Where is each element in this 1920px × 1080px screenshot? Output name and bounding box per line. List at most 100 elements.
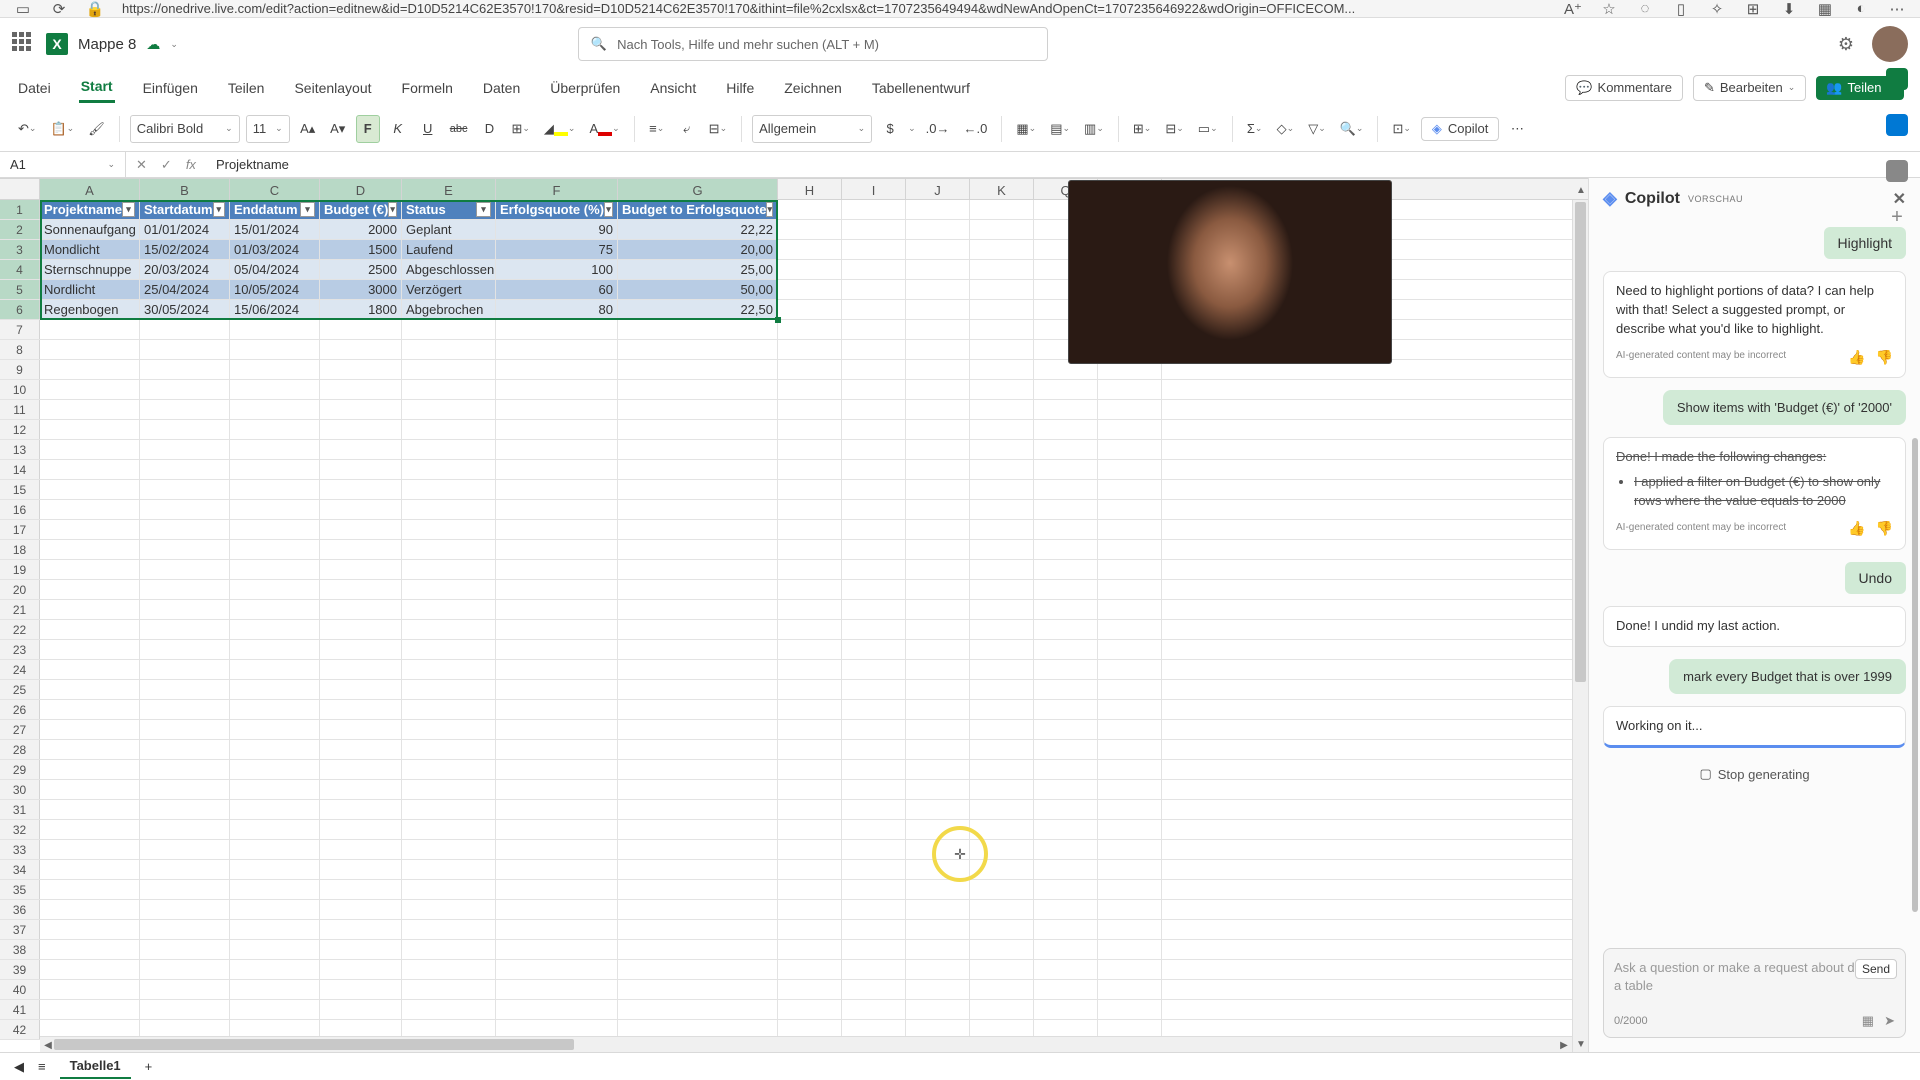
grid-row[interactable]: 33 xyxy=(0,840,1588,860)
cell[interactable] xyxy=(906,480,970,499)
cell[interactable] xyxy=(1098,660,1162,679)
cell[interactable] xyxy=(906,460,970,479)
cell[interactable] xyxy=(970,880,1034,899)
tab-zeichnen[interactable]: Zeichnen xyxy=(782,74,844,102)
cell[interactable] xyxy=(320,660,402,679)
cell[interactable] xyxy=(842,580,906,599)
cell[interactable] xyxy=(496,940,618,959)
cell[interactable] xyxy=(1098,740,1162,759)
cell[interactable] xyxy=(906,600,970,619)
cell[interactable]: Sternschnuppe xyxy=(40,260,140,279)
cell[interactable] xyxy=(778,740,842,759)
cell[interactable] xyxy=(618,360,778,379)
cell[interactable]: Verzögert xyxy=(402,280,496,299)
cell[interactable] xyxy=(1098,560,1162,579)
cell[interactable] xyxy=(842,1000,906,1019)
col-header[interactable]: D xyxy=(320,179,402,201)
grid-row[interactable]: 37 xyxy=(0,920,1588,940)
cell[interactable]: Status▾ xyxy=(402,200,496,219)
grid-row[interactable]: 14 xyxy=(0,460,1588,480)
horizontal-scrollbar[interactable]: ◀ ▶ xyxy=(40,1036,1572,1052)
cell[interactable] xyxy=(230,600,320,619)
strikethrough-button[interactable]: abc xyxy=(446,115,472,143)
scroll-down-icon[interactable]: ▼ xyxy=(1573,1036,1588,1052)
cell[interactable] xyxy=(140,940,230,959)
cell[interactable] xyxy=(842,420,906,439)
cell[interactable] xyxy=(1098,720,1162,739)
cell[interactable] xyxy=(140,820,230,839)
cell[interactable] xyxy=(1034,820,1098,839)
grid-row[interactable]: 19 xyxy=(0,560,1588,580)
cell[interactable] xyxy=(230,660,320,679)
cell[interactable] xyxy=(320,800,402,819)
text-size-icon[interactable]: A⁺ xyxy=(1564,0,1582,18)
cell[interactable] xyxy=(970,240,1034,259)
cell[interactable] xyxy=(618,320,778,339)
cell[interactable] xyxy=(1098,620,1162,639)
cell[interactable] xyxy=(778,260,842,279)
cell[interactable] xyxy=(320,520,402,539)
cell[interactable] xyxy=(842,240,906,259)
cell[interactable] xyxy=(320,960,402,979)
col-header[interactable]: A xyxy=(40,179,140,201)
cell[interactable] xyxy=(496,560,618,579)
cell[interactable] xyxy=(230,860,320,879)
cell[interactable] xyxy=(40,960,140,979)
paste-icon[interactable]: 📋⌄ xyxy=(46,115,78,143)
cell[interactable] xyxy=(778,600,842,619)
cell[interactable] xyxy=(40,480,140,499)
cell[interactable] xyxy=(618,920,778,939)
fill-handle[interactable] xyxy=(775,317,781,323)
cell[interactable] xyxy=(1098,540,1162,559)
grid-row[interactable]: 28 xyxy=(0,740,1588,760)
grid-row[interactable]: 31 xyxy=(0,800,1588,820)
cell[interactable] xyxy=(970,940,1034,959)
cell[interactable] xyxy=(842,480,906,499)
vscroll-thumb[interactable] xyxy=(1575,202,1586,682)
row-header[interactable]: 36 xyxy=(0,900,40,919)
cell[interactable] xyxy=(496,980,618,999)
bold-button[interactable]: F xyxy=(356,115,380,143)
cell[interactable] xyxy=(842,560,906,579)
double-underline-button[interactable]: D xyxy=(477,115,501,143)
row-header[interactable]: 35 xyxy=(0,880,40,899)
cell[interactable] xyxy=(778,960,842,979)
cell[interactable] xyxy=(40,320,140,339)
row-header[interactable]: 37 xyxy=(0,920,40,939)
cell[interactable] xyxy=(402,340,496,359)
cell[interactable] xyxy=(40,720,140,739)
filter-dropdown-icon[interactable]: ▾ xyxy=(300,202,315,217)
collections-icon[interactable]: ✧ xyxy=(1708,0,1726,18)
cell[interactable] xyxy=(402,580,496,599)
row-header[interactable]: 22 xyxy=(0,620,40,639)
cell[interactable] xyxy=(496,760,618,779)
cell[interactable] xyxy=(970,260,1034,279)
cell[interactable] xyxy=(906,440,970,459)
enter-formula-icon[interactable]: ✓ xyxy=(161,157,172,173)
cell[interactable] xyxy=(1034,540,1098,559)
cell[interactable] xyxy=(230,540,320,559)
cell[interactable] xyxy=(40,1000,140,1019)
cell[interactable] xyxy=(778,240,842,259)
cell[interactable] xyxy=(842,720,906,739)
tab-seitenlayout[interactable]: Seitenlayout xyxy=(292,74,373,102)
cell[interactable] xyxy=(320,980,402,999)
col-header[interactable]: E xyxy=(402,179,496,201)
cell[interactable] xyxy=(778,920,842,939)
tab-daten[interactable]: Daten xyxy=(481,74,522,102)
cell[interactable] xyxy=(1034,940,1098,959)
cell[interactable] xyxy=(40,640,140,659)
cell[interactable] xyxy=(230,760,320,779)
cell[interactable] xyxy=(140,720,230,739)
filename-caret-icon[interactable]: ⌄ xyxy=(170,39,178,50)
grid-row[interactable]: 23 xyxy=(0,640,1588,660)
cell[interactable] xyxy=(140,860,230,879)
cell[interactable] xyxy=(40,560,140,579)
row-header[interactable]: 17 xyxy=(0,520,40,539)
cell[interactable] xyxy=(618,540,778,559)
cell[interactable] xyxy=(970,660,1034,679)
cell[interactable] xyxy=(906,940,970,959)
cell[interactable] xyxy=(906,260,970,279)
cell[interactable] xyxy=(140,660,230,679)
tab-icon[interactable]: ▭ xyxy=(14,0,32,18)
